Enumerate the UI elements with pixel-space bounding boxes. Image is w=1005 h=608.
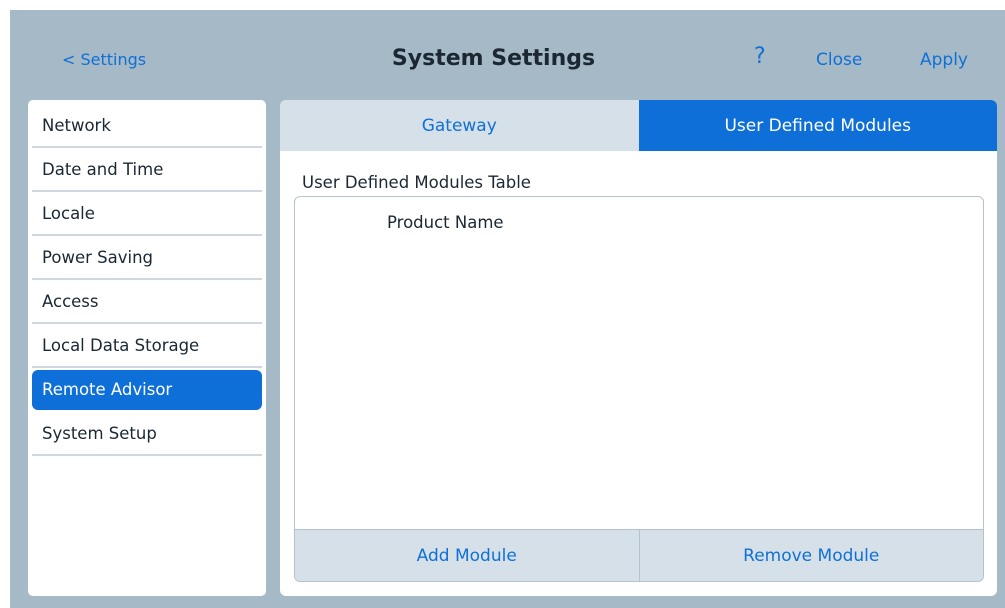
settings-sidebar: Network Date and Time Locale Power Savin… (28, 100, 266, 596)
sidebar-item-power-saving[interactable]: Power Saving (32, 236, 262, 280)
help-icon[interactable]: ? (754, 44, 766, 69)
apply-button[interactable]: Apply (920, 50, 968, 70)
close-button[interactable]: Close (816, 50, 862, 70)
remove-module-button[interactable]: Remove Module (638, 530, 984, 581)
tab-user-defined-modules[interactable]: User Defined Modules (638, 100, 997, 151)
sidebar-item-network[interactable]: Network (32, 104, 262, 148)
table-actions: Add Module Remove Module (295, 529, 983, 581)
tab-gateway[interactable]: Gateway (280, 100, 639, 151)
system-settings-window: < Settings System Settings ? Close Apply… (10, 10, 1005, 608)
add-module-button[interactable]: Add Module (295, 530, 639, 581)
sidebar-item-local-data-storage[interactable]: Local Data Storage (32, 324, 262, 368)
main-panel: Gateway User Defined Modules User Define… (280, 100, 997, 596)
section-title: User Defined Modules Table (302, 173, 531, 192)
table-body[interactable] (295, 245, 983, 529)
sidebar-item-access[interactable]: Access (32, 280, 262, 324)
header-bar: < Settings System Settings ? Close Apply (10, 10, 1005, 98)
sidebar-item-locale[interactable]: Locale (32, 192, 262, 236)
sidebar-item-system-setup[interactable]: System Setup (32, 412, 262, 456)
user-defined-modules-table: Product Name Add Module Remove Module (294, 196, 984, 582)
back-to-settings-link[interactable]: < Settings (62, 50, 146, 69)
sidebar-item-date-and-time[interactable]: Date and Time (32, 148, 262, 192)
sidebar-item-remote-advisor[interactable]: Remote Advisor (32, 370, 262, 410)
column-header-product-name: Product Name (387, 213, 504, 232)
tab-bar: Gateway User Defined Modules (280, 100, 997, 151)
page-title-text: System Settings (391, 46, 596, 71)
